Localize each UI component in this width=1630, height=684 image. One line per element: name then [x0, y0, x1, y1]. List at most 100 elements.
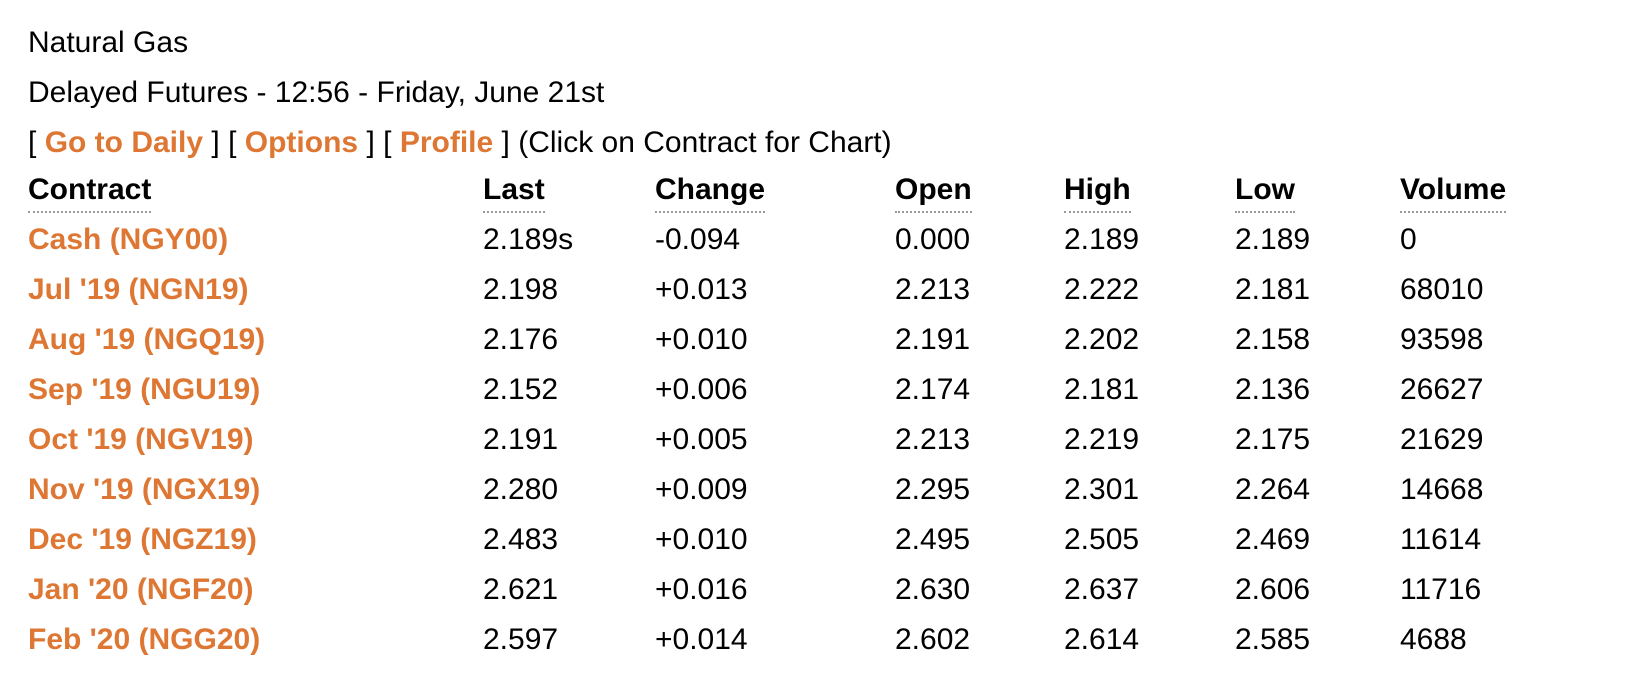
- contract-link[interactable]: Aug '19 (NGQ19): [28, 323, 265, 356]
- low-cell: 2.136: [1235, 373, 1311, 406]
- contract-link[interactable]: Sep '19 (NGU19): [28, 373, 260, 406]
- low-cell: 2.158: [1235, 323, 1311, 356]
- high-cell: 2.202: [1064, 323, 1140, 356]
- open-cell: 2.213: [895, 273, 971, 306]
- high-cell: 2.189: [1064, 223, 1140, 256]
- column-header-change-label[interactable]: Change: [655, 171, 766, 213]
- open-cell: 2.191: [895, 323, 971, 356]
- high-cell: 2.222: [1064, 273, 1140, 306]
- column-header-contract-label[interactable]: Contract: [28, 171, 152, 213]
- last-cell: 2.198: [483, 273, 559, 306]
- last-cell: 2.597: [483, 623, 559, 656]
- last-cell: 2.189s: [483, 223, 574, 256]
- high-cell: 2.505: [1064, 523, 1140, 556]
- last-cell: 2.621: [483, 573, 559, 606]
- contract-link[interactable]: Feb '20 (NGG20): [28, 623, 260, 656]
- column-header-open-label[interactable]: Open: [895, 171, 972, 213]
- low-cell: 2.189: [1235, 223, 1311, 256]
- contract-cell[interactable]: Sep '19 (NGU19): [0, 365, 455, 415]
- high-cell: 2.614: [1064, 623, 1140, 656]
- open-cell: 2.174: [895, 373, 971, 406]
- column-header-high-label[interactable]: High: [1064, 171, 1131, 213]
- table-row: Jan '20 (NGF20) 2.621 +0.016 2.630 2.637 2.60…: [0, 565, 1630, 615]
- nav-links-bar: [ Go to Daily ] [ Options ] [ Profile ] …: [28, 118, 1608, 168]
- change-cell: +0.005: [655, 423, 748, 456]
- column-header-open[interactable]: Open: [865, 165, 1064, 215]
- bracket-close-3: ]: [501, 126, 510, 159]
- column-header-last-label[interactable]: Last: [483, 171, 545, 213]
- contract-cell[interactable]: Cash (NGY00): [0, 215, 455, 265]
- change-cell: +0.014: [655, 623, 748, 656]
- low-cell: 2.181: [1235, 273, 1311, 306]
- last-cell: 2.152: [483, 373, 559, 406]
- contract-link[interactable]: Jan '20 (NGF20): [28, 573, 254, 606]
- contract-cell[interactable]: Feb '20 (NGG20): [0, 615, 455, 665]
- contract-link[interactable]: Cash (NGY00): [28, 223, 228, 256]
- column-header-low[interactable]: Low: [1235, 165, 1400, 215]
- options-link[interactable]: Options: [245, 126, 358, 159]
- table-row: Cash (NGY00) 2.189s -0.094 0.000 2.189 2.189 0: [0, 215, 1630, 265]
- high-cell: 2.219: [1064, 423, 1140, 456]
- go-to-daily-link[interactable]: Go to Daily: [45, 126, 203, 159]
- page-title: Natural Gas: [28, 26, 189, 59]
- contract-cell[interactable]: Oct '19 (NGV19): [0, 415, 455, 465]
- volume-cell: 0: [1400, 223, 1417, 256]
- contract-cell[interactable]: Jul '19 (NGN19): [0, 265, 455, 315]
- change-cell: +0.006: [655, 373, 748, 406]
- column-header-contract[interactable]: Contract: [0, 165, 455, 215]
- change-cell: +0.009: [655, 473, 748, 506]
- high-cell: 2.637: [1064, 573, 1140, 606]
- column-header-change[interactable]: Change: [645, 165, 865, 215]
- contract-link[interactable]: Nov '19 (NGX19): [28, 473, 260, 506]
- open-cell: 2.602: [895, 623, 971, 656]
- quote-page: Natural Gas Delayed Futures - 12:56 - Fr…: [0, 0, 1630, 684]
- bracket-close-2: ]: [366, 126, 375, 159]
- contract-cell[interactable]: Aug '19 (NGQ19): [0, 315, 455, 365]
- column-header-volume-label[interactable]: Volume: [1400, 171, 1507, 213]
- table-row: Sep '19 (NGU19) 2.152 +0.006 2.174 2.181 2.13…: [0, 365, 1630, 415]
- table-row: Nov '19 (NGX19) 2.280 +0.009 2.295 2.301 2.26…: [0, 465, 1630, 515]
- low-cell: 2.264: [1235, 473, 1311, 506]
- table-row: Aug '19 (NGQ19) 2.176 +0.010 2.191 2.202 2.15…: [0, 315, 1630, 365]
- contract-link[interactable]: Oct '19 (NGV19): [28, 423, 254, 456]
- column-header-volume[interactable]: Volume: [1400, 165, 1630, 215]
- low-cell: 2.469: [1235, 523, 1311, 556]
- quote-subtitle: Delayed Futures - 12:56 - Friday, June 2…: [28, 76, 605, 109]
- volume-cell: 68010: [1400, 273, 1484, 306]
- table-header-row: Contract Last Change Open High Low Volum…: [0, 165, 1630, 215]
- bracket-close-1: ]: [211, 126, 220, 159]
- column-header-low-label[interactable]: Low: [1235, 171, 1295, 213]
- table-row: Oct '19 (NGV19) 2.191 +0.005 2.213 2.219 2.17…: [0, 415, 1630, 465]
- high-cell: 2.181: [1064, 373, 1140, 406]
- contract-cell[interactable]: Nov '19 (NGX19): [0, 465, 455, 515]
- low-cell: 2.606: [1235, 573, 1311, 606]
- volume-cell: 14668: [1400, 473, 1484, 506]
- contract-cell[interactable]: Dec '19 (NGZ19): [0, 515, 455, 565]
- last-cell: 2.191: [483, 423, 559, 456]
- contract-link[interactable]: Jul '19 (NGN19): [28, 273, 249, 306]
- last-cell: 2.483: [483, 523, 559, 556]
- open-cell: 2.495: [895, 523, 971, 556]
- last-cell: 2.176: [483, 323, 559, 356]
- change-cell: +0.016: [655, 573, 748, 606]
- table-body: Cash (NGY00) 2.189s -0.094 0.000 2.189 2.189 0…: [0, 215, 1630, 665]
- column-header-last[interactable]: Last: [455, 165, 645, 215]
- table-row: Jul '19 (NGN19) 2.198 +0.013 2.213 2.222 2.18…: [0, 265, 1630, 315]
- volume-cell: 11716: [1400, 573, 1482, 606]
- profile-link[interactable]: Profile: [400, 126, 493, 159]
- change-cell: +0.010: [655, 323, 748, 356]
- open-cell: 2.630: [895, 573, 971, 606]
- low-cell: 2.175: [1235, 423, 1311, 456]
- open-cell: 2.213: [895, 423, 971, 456]
- table-row: Dec '19 (NGZ19) 2.483 +0.010 2.495 2.505 2.46…: [0, 515, 1630, 565]
- open-cell: 0.000: [895, 223, 971, 256]
- volume-cell: 21629: [1400, 423, 1484, 456]
- change-cell: +0.010: [655, 523, 748, 556]
- futures-quote-table: Contract Last Change Open High Low Volum…: [0, 165, 1630, 665]
- page-header: Natural Gas Delayed Futures - 12:56 - Fr…: [28, 18, 1608, 168]
- low-cell: 2.585: [1235, 623, 1311, 656]
- contract-cell[interactable]: Jan '20 (NGF20): [0, 565, 455, 615]
- open-cell: 2.295: [895, 473, 971, 506]
- contract-link[interactable]: Dec '19 (NGZ19): [28, 523, 257, 556]
- column-header-high[interactable]: High: [1064, 165, 1235, 215]
